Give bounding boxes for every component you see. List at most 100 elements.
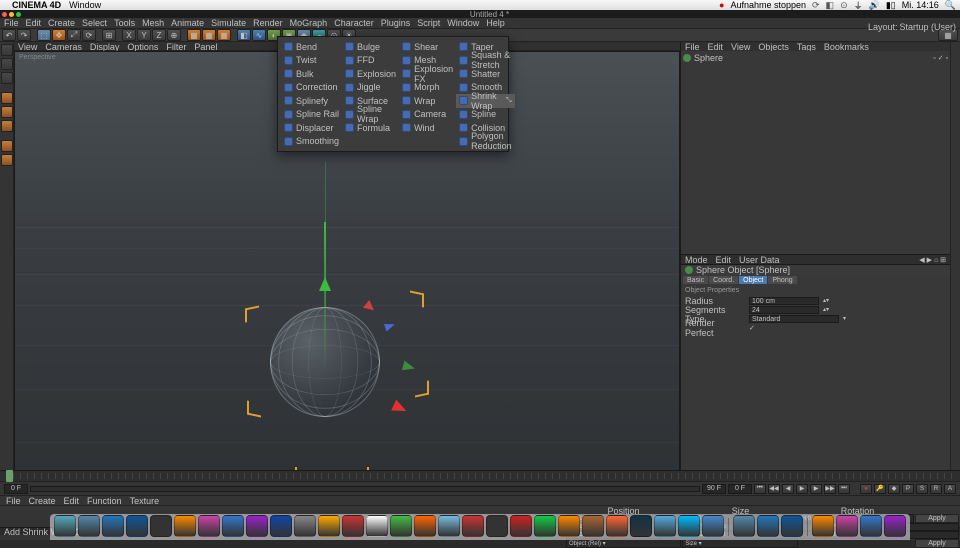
coord-system[interactable]: ⊕	[167, 29, 181, 41]
apply-button[interactable]: Apply	[915, 539, 959, 548]
tab-object[interactable]: Object	[739, 276, 767, 284]
render-perfect-checkbox[interactable]: ✓	[749, 324, 755, 332]
move-tool[interactable]: ✥	[52, 29, 66, 41]
next-key-button[interactable]: ▶▶	[824, 484, 836, 494]
deformer-bulk[interactable]: Bulk	[281, 67, 342, 81]
next-frame-button[interactable]: ▶	[810, 484, 822, 494]
autokey-button[interactable]: 🔑	[874, 484, 886, 494]
menu-animate[interactable]: Animate	[171, 18, 204, 28]
range-start-input[interactable]: 0 F	[4, 484, 28, 494]
select-tool[interactable]: ⬚	[37, 29, 51, 41]
obj-menu-objects[interactable]: Objects	[758, 42, 789, 51]
obj-menu-bookmarks[interactable]: Bookmarks	[824, 42, 869, 51]
mat-menu-texture[interactable]: Texture	[130, 496, 160, 505]
scale-key-button[interactable]: S	[916, 484, 928, 494]
dock-app-cal2[interactable]	[860, 515, 882, 537]
dock-app-pr[interactable]	[246, 515, 268, 537]
dock-app-steam[interactable]	[630, 515, 652, 537]
render-settings-button[interactable]: ▦	[217, 29, 231, 41]
dock-app-pages2[interactable]	[836, 515, 858, 537]
play-button[interactable]: ▶	[796, 484, 808, 494]
menu-render[interactable]: Render	[253, 18, 283, 28]
vp-menu-filter[interactable]: Filter	[166, 42, 186, 50]
dock-app-app5[interactable]	[654, 515, 676, 537]
layout-dropdown[interactable]: Startup (User)	[899, 22, 956, 32]
dock-app-lastfm[interactable]	[510, 515, 532, 537]
menu-create[interactable]: Create	[48, 18, 75, 28]
axis-x-toggle[interactable]: X	[122, 29, 136, 41]
segments-input[interactable]: 24	[749, 306, 819, 314]
dock-app-id[interactable]	[198, 515, 220, 537]
menu-script[interactable]: Script	[417, 18, 440, 28]
prev-key-button[interactable]: ◀◀	[768, 484, 780, 494]
app-name[interactable]: CINEMA 4D	[12, 0, 61, 10]
deformer-spline[interactable]: Spline	[456, 108, 515, 122]
mat-menu-edit[interactable]: Edit	[64, 496, 80, 505]
deformer-displacer[interactable]: Displacer	[281, 121, 342, 135]
object-manager[interactable]: Sphere ▫ ✓ ▫	[681, 51, 950, 255]
dock-app-ai[interactable]	[174, 515, 196, 537]
coord-object-mode[interactable]: Object (Rel) ▾	[566, 539, 681, 548]
vp-menu-cameras[interactable]: Cameras	[45, 42, 82, 50]
type-select[interactable]: Standard	[749, 315, 839, 323]
record-button[interactable]: ●	[860, 484, 872, 494]
mac-menu-window[interactable]: Window	[69, 0, 101, 10]
dock-app-app4[interactable]	[558, 515, 580, 537]
attr-menu-mode[interactable]: Mode	[685, 255, 708, 265]
obj-menu-file[interactable]: File	[685, 42, 700, 51]
dock-app-app2[interactable]	[294, 515, 316, 537]
deformer-ffd[interactable]: FFD	[342, 54, 399, 68]
object-row-sphere[interactable]: Sphere ▫ ✓ ▫	[683, 53, 948, 63]
dock-app-netnews[interactable]	[462, 515, 484, 537]
dock-app-trash[interactable]	[884, 515, 906, 537]
minimize-icon[interactable]	[9, 12, 14, 17]
radius-input[interactable]: 100 cm	[749, 297, 819, 305]
axis-y-toggle[interactable]: Y	[137, 29, 151, 41]
coord-size-mode[interactable]: Size ▾	[682, 539, 797, 548]
scale-tool[interactable]: ⤢	[67, 29, 81, 41]
range-slider[interactable]	[30, 486, 700, 492]
dock-app-cal[interactable]	[366, 515, 388, 537]
dock-app-ae[interactable]	[222, 515, 244, 537]
mat-menu-function[interactable]: Function	[87, 496, 122, 505]
timeline-ruler[interactable]	[0, 471, 960, 481]
menu-file[interactable]: File	[4, 18, 19, 28]
keyframe-sel-button[interactable]: ◆	[888, 484, 900, 494]
rot-key-button[interactable]: R	[930, 484, 942, 494]
menu-window[interactable]: Window	[447, 18, 479, 28]
deformer-shrink-wrap[interactable]: Shrink Wrap⤡	[456, 94, 515, 108]
deformer-spline-wrap[interactable]: Spline Wrap	[342, 108, 399, 122]
deformer-smoothing[interactable]: Smoothing	[281, 135, 342, 149]
tab-phong[interactable]: Phong	[768, 276, 796, 284]
deformer-splinefy[interactable]: Splinefy	[281, 94, 342, 108]
primitive-button[interactable]: ◧	[237, 29, 251, 41]
obj-menu-view[interactable]: View	[731, 42, 750, 51]
model-mode-button[interactable]	[1, 44, 13, 56]
dock-app-reeder[interactable]	[582, 515, 604, 537]
vp-menu-panel[interactable]: Panel	[194, 42, 217, 50]
obj-menu-edit[interactable]: Edit	[708, 42, 724, 51]
axis-z-toggle[interactable]: Z	[152, 29, 166, 41]
menu-simulate[interactable]: Simulate	[211, 18, 246, 28]
dock-app-itunes[interactable]	[438, 515, 460, 537]
pos-key-button[interactable]: P	[902, 484, 914, 494]
menu-mesh[interactable]: Mesh	[142, 18, 164, 28]
prev-frame-button[interactable]: ◀	[782, 484, 794, 494]
dock-app-plex[interactable]	[414, 515, 436, 537]
render-view-button[interactable]: ▦	[187, 29, 201, 41]
deformer-correction[interactable]: Correction	[281, 81, 342, 95]
deformer-bulge[interactable]: Bulge	[342, 40, 399, 54]
dock-app-folder[interactable]	[757, 515, 779, 537]
deformer-jiggle[interactable]: Jiggle	[342, 81, 399, 95]
point-mode-button[interactable]	[1, 92, 13, 104]
softselect-button[interactable]	[1, 154, 13, 166]
spline-button[interactable]: ∿	[252, 29, 266, 41]
texture-mode-button[interactable]	[1, 58, 13, 70]
menu-tools[interactable]: Tools	[114, 18, 135, 28]
deformer-bend[interactable]: Bend	[281, 40, 342, 54]
close-icon[interactable]	[2, 12, 7, 17]
edge-mode-button[interactable]	[1, 106, 13, 118]
menu-select[interactable]: Select	[82, 18, 107, 28]
menu-help[interactable]: Help	[486, 18, 505, 28]
pla-key-button[interactable]: A	[944, 484, 956, 494]
